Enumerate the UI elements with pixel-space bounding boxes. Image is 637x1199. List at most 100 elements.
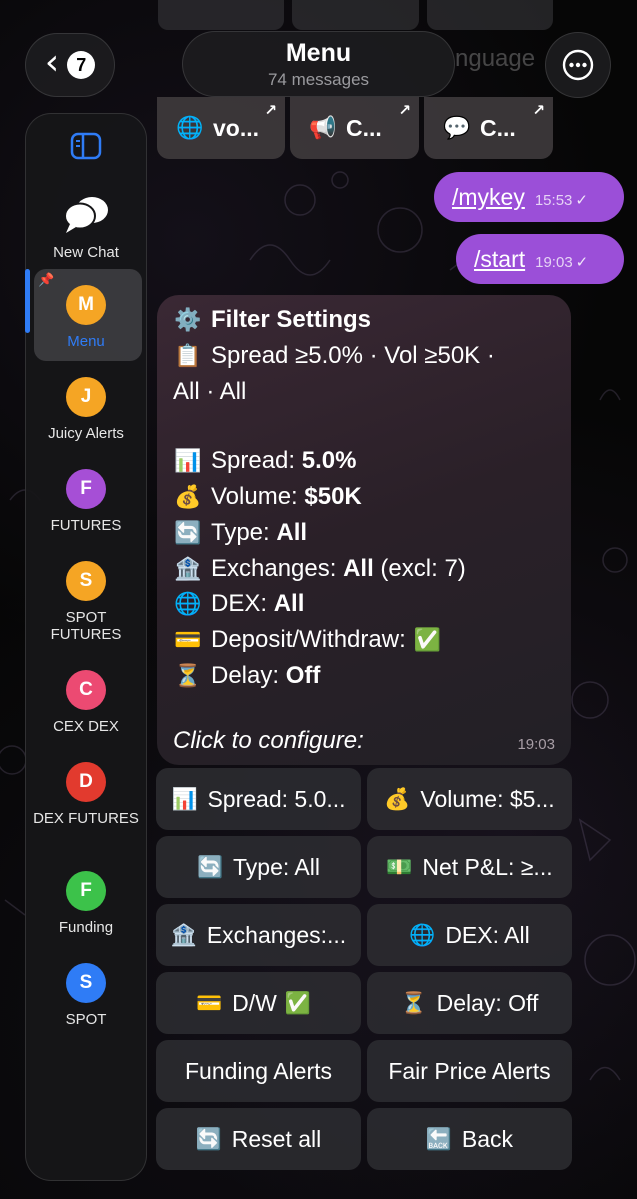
- funding-avatar: F: [66, 871, 106, 911]
- futures-avatar: F: [66, 469, 106, 509]
- sidebar-item-spot-futures[interactable]: S SPOT FUTURES: [26, 561, 146, 643]
- message-title: Filter Settings: [211, 306, 372, 333]
- filter-settings-message[interactable]: ⚙️ Filter Settings 📋 Spread ≥5.0% · Vol ≥5…: [157, 295, 571, 765]
- deposit-withdraw-label: Deposit/Withdraw:: [211, 626, 413, 654]
- external-link-icon: ↗: [532, 102, 545, 119]
- back-button-inline[interactable]: 🔙 Back: [367, 1108, 572, 1170]
- new-chat-icon: [64, 197, 108, 233]
- chat-title: Menu: [285, 38, 352, 67]
- clipboard-icon: 📋: [174, 343, 202, 369]
- inline-button-label: vo...: [213, 114, 260, 141]
- sidebar-item-label: DEX FUTURES: [33, 810, 139, 827]
- sidebar-item-label: Funding: [58, 919, 114, 936]
- megaphone-icon: 📢: [309, 115, 337, 141]
- dex-value: All: [273, 590, 305, 618]
- sidebar-item-label: Menu: [67, 333, 105, 350]
- summary-line-cont: All · All: [173, 377, 247, 405]
- back-arrow-icon: 🔙: [425, 1126, 453, 1151]
- fair-price-alerts-button[interactable]: Fair Price Alerts: [367, 1040, 572, 1102]
- volume-button[interactable]: 💰 Volume: $5...: [367, 768, 572, 830]
- button-label: Back: [461, 1125, 514, 1152]
- dex-button[interactable]: 🌐 DEX: All: [367, 904, 572, 966]
- back-button[interactable]: ‹ 7: [25, 33, 115, 97]
- command-link[interactable]: /mykey: [452, 184, 525, 211]
- chat-subtitle: 74 messages: [267, 69, 370, 89]
- volume-label: Volume:: [211, 482, 305, 510]
- globe-icon: 🌐: [176, 115, 204, 141]
- net-pnl-button[interactable]: 💵 Net P&L: ≥...: [367, 836, 572, 898]
- exchanges-label: Exchanges:: [211, 554, 344, 582]
- reset-all-button[interactable]: 🔄 Reset all: [156, 1108, 361, 1170]
- outgoing-message-start[interactable]: /start 19:03 ✓: [456, 234, 624, 284]
- bank-icon: 🏦: [174, 556, 202, 582]
- spot-futures-avatar: S: [66, 561, 106, 601]
- sidebar-item-new-chat[interactable]: New Chat: [26, 194, 146, 261]
- spread-button[interactable]: 📊 Spread: 5.0...: [156, 768, 361, 830]
- button-label: Exchanges:...: [206, 921, 347, 948]
- sidebar-item-menu[interactable]: M Menu: [26, 285, 146, 350]
- sidebar-item-label: New Chat: [53, 244, 119, 261]
- check-mark-icon: ✅: [284, 990, 312, 1015]
- sidebar-item-cex-dex[interactable]: C CEX DEX: [26, 670, 146, 735]
- globe-icon: 🌐: [409, 922, 436, 947]
- button-label: Net P&L: ≥...: [422, 853, 553, 880]
- button-label: Spread: 5.0...: [207, 785, 346, 812]
- exchanges-button[interactable]: 🏦 Exchanges:...: [156, 904, 361, 966]
- type-button[interactable]: 🔄 Type: All: [156, 836, 361, 898]
- sidebar-item-futures[interactable]: F FUTURES: [26, 469, 146, 534]
- spot-avatar: S: [66, 963, 106, 1003]
- sidebar-item-spot[interactable]: S SPOT: [26, 963, 146, 1028]
- volume-value: $50K: [304, 482, 362, 510]
- hourglass-icon: ⏳: [174, 663, 202, 689]
- exchanges-value: All: [343, 554, 374, 582]
- outgoing-message-mykey[interactable]: /mykey 15:53 ✓: [434, 172, 624, 222]
- ghost-language-text: nguage: [455, 45, 536, 72]
- chat-header[interactable]: Menu 74 messages: [182, 31, 455, 97]
- button-label: Type: All: [233, 853, 320, 880]
- sidebar-item-funding[interactable]: F Funding: [26, 871, 146, 936]
- button-label: Delay: Off: [436, 989, 539, 1016]
- sidebar-item-label: FUTURES: [50, 517, 122, 534]
- funding-alerts-button[interactable]: Funding Alerts: [156, 1040, 361, 1102]
- money-bag-icon: 💰: [174, 484, 202, 510]
- spread-label: Spread:: [211, 447, 302, 475]
- sidebar-toggle-icon[interactable]: [70, 132, 102, 160]
- inline-button-label: C...: [346, 114, 382, 141]
- inline-button-vo[interactable]: 🌐 vo... ↗: [157, 97, 285, 159]
- delay-value: Off: [285, 661, 321, 689]
- sidebar-item-juicy-alerts[interactable]: J Juicy Alerts: [26, 377, 146, 442]
- button-label: DEX: All: [445, 921, 530, 948]
- deposit-withdraw-button[interactable]: 💳 D/W ✅: [156, 972, 361, 1034]
- message-footer: Click to configure:: [173, 727, 364, 754]
- menu-avatar: M: [66, 285, 106, 325]
- globe-icon: 🌐: [174, 592, 202, 618]
- dex-label: DEX:: [211, 590, 274, 618]
- button-label: Fair Price Alerts: [388, 1057, 551, 1084]
- more-options-button[interactable]: [545, 32, 611, 98]
- button-label: Volume: $5...: [420, 785, 555, 812]
- more-options-icon: [562, 49, 594, 81]
- external-link-icon: ↗: [264, 102, 277, 119]
- command-link[interactable]: /start: [474, 246, 525, 273]
- sidebar-item-label: SPOT: [65, 1011, 107, 1028]
- inline-button-c1[interactable]: 📢 C... ↗: [290, 97, 419, 159]
- button-label: Reset all: [231, 1125, 322, 1152]
- spread-value: 5.0%: [301, 447, 357, 475]
- message-time: 19:03: [535, 253, 573, 271]
- external-link-icon: ↗: [398, 102, 411, 119]
- refresh-icon: 🔄: [197, 854, 224, 879]
- read-check-icon: ✓: [575, 254, 589, 271]
- unread-count-badge: 7: [67, 51, 96, 79]
- summary-line: Spread ≥5.0% · Vol ≥50K ·: [211, 341, 495, 369]
- money-bag-icon: 💰: [384, 786, 411, 811]
- type-value: All: [276, 518, 308, 546]
- refresh-icon: 🔄: [195, 1126, 222, 1151]
- credit-card-icon: 💳: [196, 990, 223, 1015]
- delay-button[interactable]: ⏳ Delay: Off: [367, 972, 572, 1034]
- ghost-keyboard-row: [158, 0, 553, 30]
- cex-dex-avatar: C: [66, 670, 106, 710]
- inline-button-c2[interactable]: 💬 C... ↗: [424, 97, 553, 159]
- sidebar-item-dex-futures[interactable]: D DEX FUTURES: [26, 762, 146, 827]
- type-label: Type:: [211, 518, 277, 546]
- delay-label: Delay:: [211, 661, 286, 689]
